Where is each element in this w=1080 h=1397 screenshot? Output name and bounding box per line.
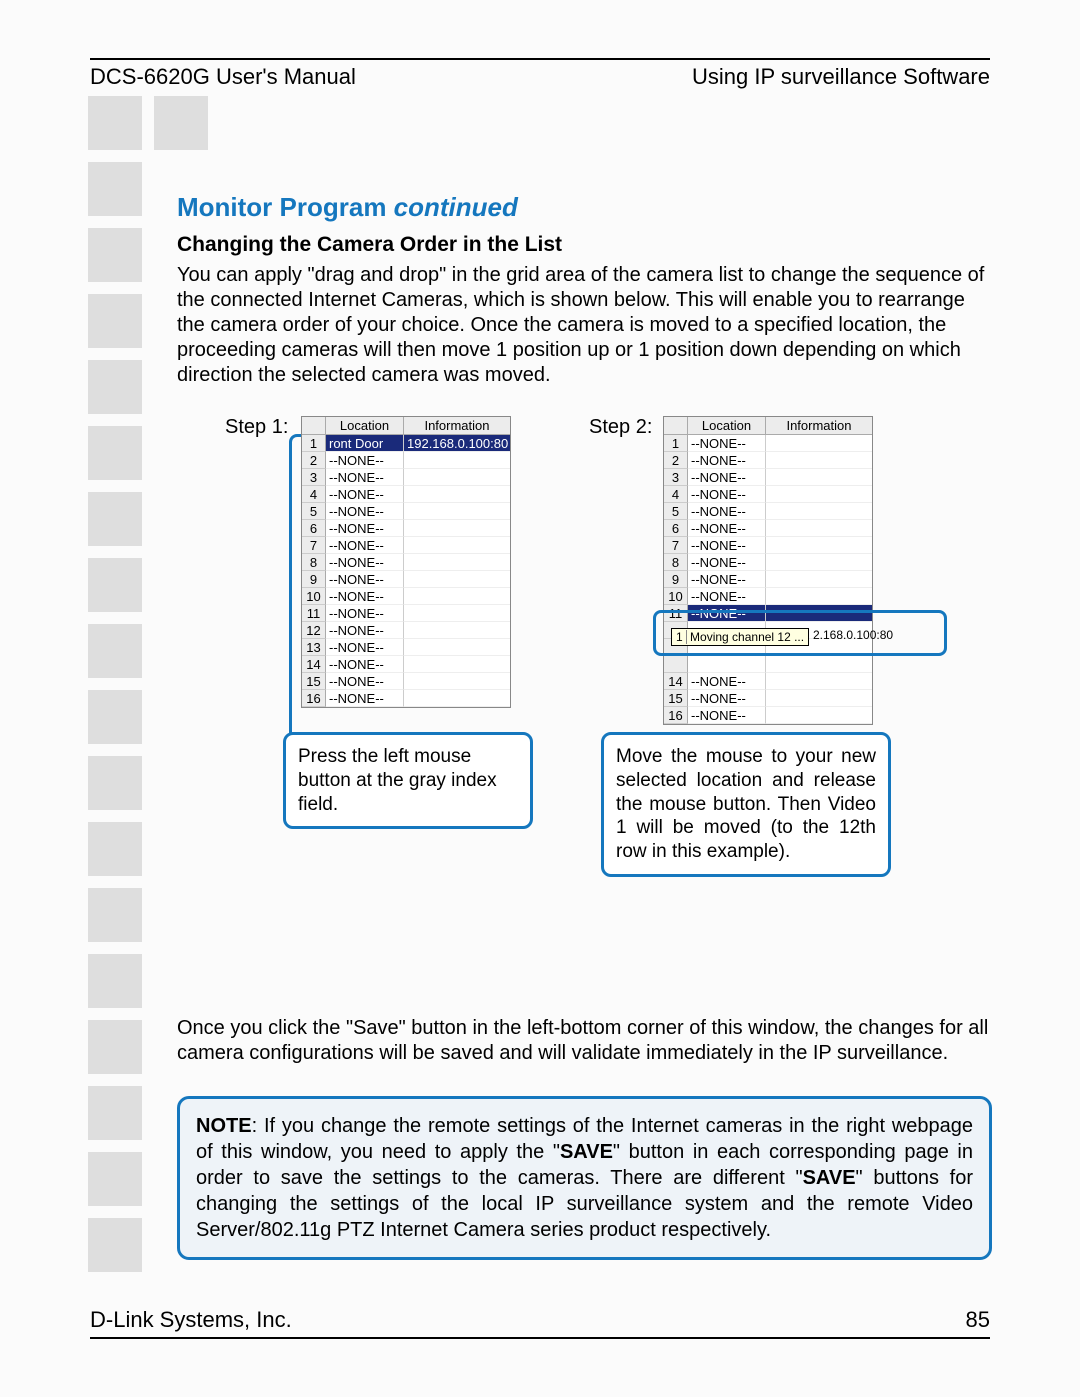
header-left: DCS-6620G User's Manual	[90, 64, 356, 90]
drag-tooltip-text: Moving channel 12 ...	[690, 630, 804, 644]
table-row[interactable]: 7--NONE--	[302, 537, 510, 554]
footer-right: 85	[966, 1307, 990, 1333]
intro-paragraph: You can apply "drag and drop" in the gri…	[177, 263, 992, 388]
step1-callout: Press the left mouse button at the gray …	[283, 732, 533, 829]
drag-tooltip: 1 Moving channel 12 ...	[671, 628, 809, 646]
table-row[interactable]: 12--NONE--	[302, 622, 510, 639]
table-row[interactable]: 6--NONE--	[302, 520, 510, 537]
table-row[interactable]: 10--NONE--	[302, 588, 510, 605]
table-row[interactable]: 14--NONE--	[302, 656, 510, 673]
table-row[interactable]: 14--NONE--	[664, 673, 872, 690]
step1-label: Step 1:	[225, 416, 288, 439]
section-title: Monitor Program continued	[177, 192, 992, 223]
drag-ip-fragment: 2.168.0.100:80	[813, 628, 893, 642]
step1-column: Step 1: Location Information 1ront Door1…	[177, 416, 557, 836]
title-continued: continued	[394, 192, 518, 222]
table-row[interactable]: 2--NONE--	[302, 452, 510, 469]
title-main: Monitor Program	[177, 192, 394, 222]
table-row[interactable]: 8--NONE--	[302, 554, 510, 571]
table-row[interactable]: 4--NONE--	[302, 486, 510, 503]
step2-callout: Move the mouse to your new selected loca…	[601, 732, 891, 877]
table-row[interactable]: 15--NONE--	[664, 690, 872, 707]
table-row-gap	[664, 656, 872, 673]
note-label: NOTE	[196, 1115, 252, 1137]
table-row[interactable]: 3--NONE--	[302, 469, 510, 486]
table-row[interactable]: 10--NONE--	[664, 588, 872, 605]
footer-left: D-Link Systems, Inc.	[90, 1307, 292, 1333]
table-row[interactable]: 2--NONE--	[664, 452, 872, 469]
note-save2: SAVE	[803, 1167, 856, 1189]
step2-column: Step 2: Location Information 1--NONE--2-…	[597, 416, 977, 896]
table-row[interactable]: 1--NONE--	[664, 435, 872, 452]
table-row[interactable]: 15--NONE--	[302, 673, 510, 690]
table-row[interactable]: 9--NONE--	[302, 571, 510, 588]
table-row[interactable]: 1ront Door192.168.0.100:80	[302, 435, 510, 452]
header-right: Using IP surveillance Software	[692, 64, 990, 90]
steps-container: Step 1: Location Information 1ront Door1…	[177, 416, 992, 896]
table-row[interactable]: 7--NONE--	[664, 537, 872, 554]
table-row[interactable]: 13--NONE--	[302, 639, 510, 656]
page-content: Monitor Program continued Changing the C…	[177, 192, 992, 1260]
subsection-title: Changing the Camera Order in the List	[177, 233, 992, 257]
table-row[interactable]: 8--NONE--	[664, 554, 872, 571]
note-box: NOTE: If you change the remote settings …	[177, 1096, 992, 1260]
col-information: Information	[766, 417, 872, 435]
table-row[interactable]: 11--NONE--	[302, 605, 510, 622]
table-row[interactable]: 6--NONE--	[664, 520, 872, 537]
drag-tooltip-num: 1	[676, 630, 687, 644]
table-row[interactable]: 5--NONE--	[302, 503, 510, 520]
table-row[interactable]: 5--NONE--	[664, 503, 872, 520]
page-header: DCS-6620G User's Manual Using IP surveil…	[90, 58, 990, 90]
page-footer: D-Link Systems, Inc. 85	[90, 1307, 990, 1339]
table-row[interactable]: 16--NONE--	[664, 707, 872, 724]
save-paragraph: Once you click the "Save" button in the …	[177, 1016, 992, 1066]
table-row[interactable]: 9--NONE--	[664, 571, 872, 588]
camera-list-table-1[interactable]: Location Information 1ront Door192.168.0…	[301, 416, 511, 708]
note-save1: SAVE	[560, 1141, 613, 1163]
table-row[interactable]: 4--NONE--	[664, 486, 872, 503]
table-row[interactable]: 3--NONE--	[664, 469, 872, 486]
col-location: Location	[688, 417, 766, 435]
col-information: Information	[404, 417, 510, 435]
step2-label: Step 2:	[589, 416, 652, 439]
table-row[interactable]: 16--NONE--	[302, 690, 510, 707]
col-location: Location	[326, 417, 404, 435]
camera-list-table-2[interactable]: Location Information 1--NONE--2--NONE--3…	[663, 416, 873, 725]
